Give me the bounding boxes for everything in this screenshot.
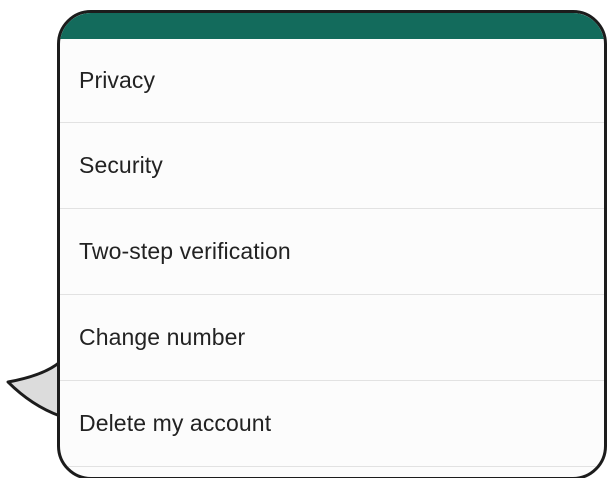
menu-item-two-step-verification[interactable]: Two-step verification bbox=[60, 209, 604, 295]
settings-menu-card: Privacy Security Two-step verification C… bbox=[57, 10, 607, 478]
menu-item-privacy[interactable]: Privacy bbox=[60, 39, 604, 123]
menu-item-label: Security bbox=[79, 152, 163, 178]
account-settings-callout: Privacy Security Two-step verification C… bbox=[0, 0, 612, 478]
menu-item-label: Change number bbox=[79, 324, 246, 350]
menu-item-label: Delete my account bbox=[79, 410, 272, 436]
menu-item-delete-account[interactable]: Delete my account bbox=[60, 381, 604, 467]
menu-header-bar bbox=[60, 13, 604, 39]
settings-menu-list: Privacy Security Two-step verification C… bbox=[60, 39, 604, 467]
menu-item-label: Privacy bbox=[79, 67, 156, 93]
menu-item-change-number[interactable]: Change number bbox=[60, 295, 604, 381]
menu-item-security[interactable]: Security bbox=[60, 123, 604, 209]
menu-item-label: Two-step verification bbox=[79, 238, 291, 264]
